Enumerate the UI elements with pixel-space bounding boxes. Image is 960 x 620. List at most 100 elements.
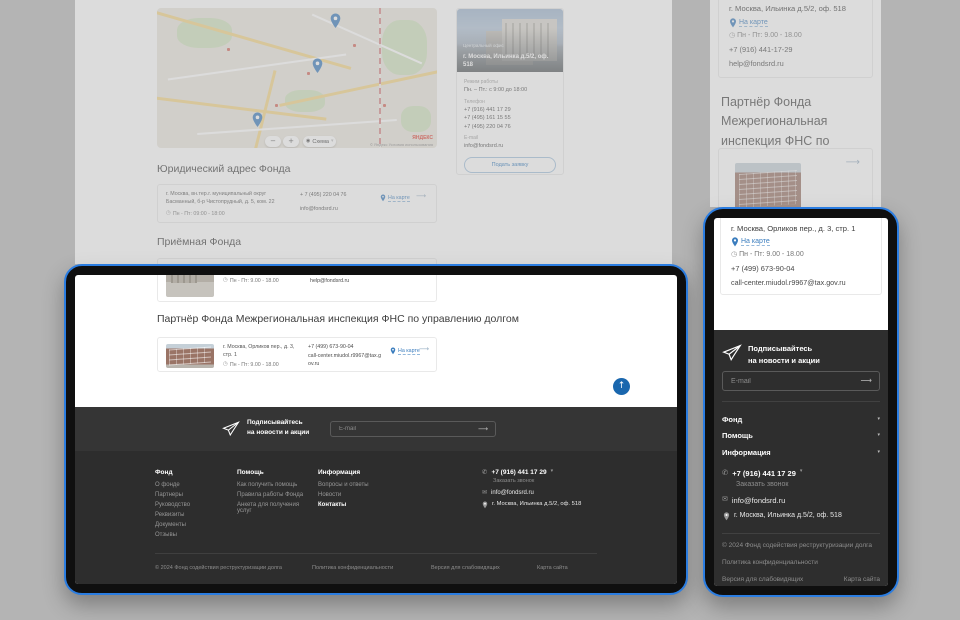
arrow-right-icon[interactable]: ⟶ — [419, 346, 429, 353]
footer-link[interactable]: Руководство — [155, 502, 233, 508]
phone-footer: Подписывайтесь на новости и акции ⟶ Фонд… — [714, 330, 888, 586]
footer-link-active[interactable]: Контакты — [318, 502, 396, 508]
clock-icon: ◷ — [731, 251, 737, 258]
office-hours-text: Пн - Пт: 9.00 - 18.00 — [737, 32, 802, 39]
footer-address[interactable]: г. Москва, Ильинка д.5/2, оф. 518 — [734, 512, 842, 519]
map-pin-icon — [723, 512, 730, 521]
partner-hours-text: Пн - Пт: 9.00 - 18.00 — [739, 251, 804, 258]
subscribe-submit-arrow[interactable]: ⟶ — [854, 377, 879, 385]
work-hours-value: Пн. – Пт.: с 9:00 до 18:00 — [464, 86, 556, 95]
clock-icon: ◷ — [223, 362, 228, 368]
sitemap-link[interactable]: Карта сайта — [537, 565, 568, 571]
mobile-page-preview: г. Москва, Ильинка д.5/2, оф. 518 На кар… — [710, 0, 881, 207]
map-layers-button[interactable]: ◉ Схема ▾ — [303, 136, 336, 147]
privacy-link[interactable]: Политика конфиденциальности — [722, 559, 818, 566]
footer-link[interactable]: Новости — [318, 492, 396, 498]
phone-link[interactable]: +7 (495) 161 15 55 — [464, 114, 556, 123]
email-label: E-mail — [464, 135, 556, 141]
map-pin-icon — [482, 501, 488, 509]
email-link[interactable]: info@fondsrd.ru — [464, 142, 556, 151]
callback-link[interactable]: Заказать звонок — [736, 481, 788, 488]
footer-link[interactable]: Отзывы — [155, 532, 233, 538]
footer-phone-row[interactable]: ✆ +7 (916) 441 17 29 ▾ — [722, 469, 802, 478]
partner-building-image — [166, 344, 214, 368]
subscribe-title: Подписывайтесь на новости и акции — [748, 343, 820, 367]
footer-address[interactable]: г. Москва, Ильинка д.5/2, оф. 518 — [492, 501, 581, 507]
footer-link[interactable]: Партнеры — [155, 492, 233, 498]
partner-email-link[interactable]: call-center.miudol.r9967@tax.gov.ru — [731, 278, 846, 287]
footer-address-row[interactable]: г. Москва, Ильинка д.5/2, оф. 518 — [723, 512, 842, 521]
footer-link[interactable]: Вопросы и ответы — [318, 482, 396, 488]
map-zoom-in-button[interactable]: + — [283, 136, 299, 147]
map-metro-marker — [353, 44, 356, 47]
footer-email-row[interactable]: ✉ info@fondsrd.ru — [482, 490, 602, 496]
office-map-link[interactable]: На карте — [729, 18, 768, 28]
chevron-down-icon: ▾ — [877, 450, 880, 455]
footer-email-row[interactable]: ✉ info@fondsrd.ru — [722, 496, 785, 505]
subscribe-band: Подписывайтесь на новости и акции ⟶ — [75, 407, 677, 451]
office-photo: Центральный офис г. Москва, Ильинка д.5/… — [457, 9, 563, 72]
legal-map-link[interactable]: На карте — [380, 194, 410, 202]
footer-email[interactable]: info@fondsrd.ru — [491, 490, 534, 496]
arrow-right-icon[interactable]: ⟶ — [416, 193, 426, 200]
clock-icon: ◷ — [729, 32, 735, 39]
map-pin-icon[interactable] — [311, 58, 324, 74]
map-metro-marker — [227, 48, 230, 51]
footer-phone[interactable]: +7 (916) 441 17 29 — [491, 469, 546, 476]
footer-link[interactable]: Анкета для получения услуг — [237, 502, 315, 514]
privacy-link[interactable]: Политика конфиденциальности — [312, 565, 393, 571]
reception-email-link[interactable]: help@fondsrd.ru — [310, 278, 349, 286]
subscribe-email-input[interactable] — [723, 378, 854, 385]
footer-link[interactable]: Как получить помощь — [237, 482, 315, 488]
footer-address-row[interactable]: г. Москва, Ильинка д.5/2, оф. 518 — [482, 501, 602, 509]
phone-link[interactable]: +7 (916) 441 17 29 — [464, 106, 556, 115]
accessibility-link[interactable]: Версия для слабовидящих — [431, 565, 500, 571]
accordion-info[interactable]: Информация▾ — [722, 445, 880, 459]
partner-map-link[interactable]: На карте — [390, 347, 420, 355]
partner-email-link[interactable]: call-center.miudol.r9967@tax.gov.ru — [308, 353, 384, 369]
map-zoom-out-button[interactable]: − — [265, 136, 281, 147]
footer-phone-row[interactable]: ✆ +7 (916) 441 17 29 ▾ — [482, 469, 602, 476]
footer-link[interactable]: Реквизиты — [155, 512, 233, 518]
submit-request-button[interactable]: Подать заявку — [464, 157, 556, 173]
arrow-right-icon[interactable]: ⟶ — [846, 158, 860, 168]
footer-column-title: Помощь — [237, 469, 315, 476]
partner-phone-link[interactable]: +7 (499) 673-90-04 — [731, 264, 794, 273]
contacts-map[interactable]: − + ◉ Схема ▾ ЯНДЕКС © Яндекс Условия ис… — [157, 8, 437, 148]
footer-column-fond: Фонд О фонде Партнеры Руководство Реквиз… — [155, 469, 233, 538]
work-hours-label: Режим работы — [464, 79, 556, 85]
map-layers-label: Схема — [312, 139, 329, 145]
accordion-help[interactable]: Помощь▾ — [722, 428, 880, 442]
map-railway — [379, 8, 381, 148]
accessibility-link[interactable]: Версия для слабовидящих — [722, 576, 803, 583]
office-email-link[interactable]: help@fondsrd.ru — [729, 59, 784, 68]
clock-icon: ◷ — [223, 278, 228, 284]
footer-email[interactable]: info@fondsrd.ru — [732, 496, 785, 505]
footer-column-info: Информация Вопросы и ответы Новости Конт… — [318, 469, 396, 508]
callback-link[interactable]: Заказать звонок — [493, 478, 602, 484]
accordion-fond[interactable]: Фонд▾ — [722, 412, 880, 426]
phone-link[interactable]: +7 (495) 220 04 76 — [464, 123, 556, 132]
office-phone-link[interactable]: +7 (916) 441-17-29 — [729, 45, 792, 54]
partner-map-link[interactable]: На карте — [731, 237, 770, 247]
legal-phone-link[interactable]: + 7 (495) 220 04 76 — [300, 192, 346, 200]
partner-phone-link[interactable]: +7 (499) 673-90-04 — [308, 344, 354, 352]
footer-link[interactable]: Правила работы Фонда — [237, 492, 315, 498]
sitemap-link[interactable]: Карта сайта — [844, 576, 880, 583]
chevron-down-icon: ▾ — [800, 469, 803, 474]
map-metro-marker — [275, 104, 278, 107]
legal-email-link[interactable]: info@fondsrd.ru — [300, 206, 338, 214]
footer-phone[interactable]: +7 (916) 441 17 29 — [732, 469, 796, 478]
subscribe-email-input[interactable] — [331, 426, 471, 432]
footer-link[interactable]: Документы — [155, 522, 233, 528]
subscribe-submit-arrow[interactable]: ⟶ — [471, 426, 495, 433]
phone-label: Телефон — [464, 99, 556, 105]
footer-column-help: Помощь Как получить помощь Правила работ… — [237, 469, 315, 514]
reception-hours-row: ◷ Пн - Пт: 9.00 - 18.00 — [223, 278, 279, 284]
map-pin-icon[interactable] — [251, 112, 264, 128]
map-terms-link[interactable]: © Яндекс Условия использования — [370, 142, 433, 147]
scroll-to-top-button[interactable]: ↑ — [613, 378, 630, 395]
phone-icon: ✆ — [482, 469, 487, 476]
map-pin-icon[interactable] — [329, 13, 342, 29]
footer-link[interactable]: О фонде — [155, 482, 233, 488]
